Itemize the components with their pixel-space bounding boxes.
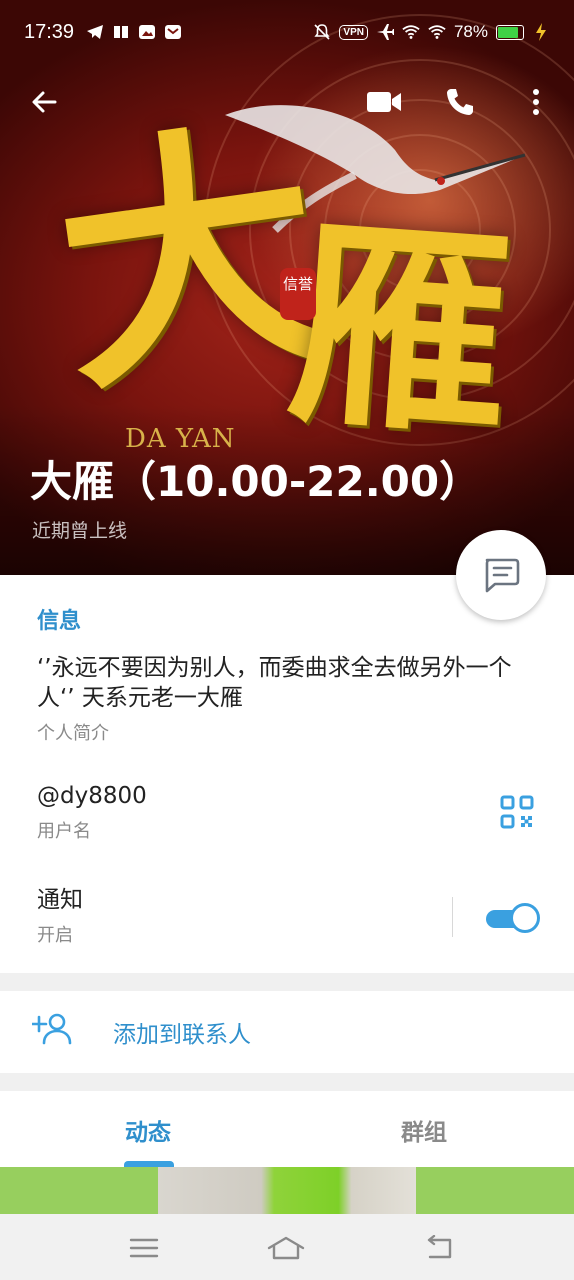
vpn-badge: VPN bbox=[339, 24, 368, 40]
back-arrow-icon bbox=[32, 91, 57, 113]
battery-icon bbox=[496, 24, 524, 40]
username-value: @dy8800 bbox=[37, 783, 147, 809]
battery-percent: 78% bbox=[453, 22, 488, 41]
send-message-button[interactable] bbox=[456, 530, 546, 620]
bio-text: ‘’永远不要因为别人，而委曲求全去做另外一个人‘’ 天系元老一大雁 bbox=[37, 655, 512, 711]
status-time: 17:39 bbox=[24, 20, 75, 43]
charging-icon bbox=[532, 23, 550, 41]
home-icon bbox=[267, 1236, 305, 1260]
video-camera-icon bbox=[367, 92, 401, 112]
return-icon bbox=[427, 1235, 452, 1259]
add-contact-row[interactable]: 添加到联系人 bbox=[0, 991, 574, 1073]
wifi-icon bbox=[428, 23, 446, 41]
info-section: 信息 ‘’永远不要因为别人，而委曲求全去做另外一个人‘’ 天系元老一大雁 个人简… bbox=[0, 575, 574, 973]
notifications-toggle[interactable] bbox=[486, 903, 540, 933]
artwork-seal: 信誉 bbox=[280, 268, 316, 320]
media-preview[interactable] bbox=[0, 1167, 574, 1214]
tab-groups[interactable]: 群组 bbox=[401, 1113, 447, 1147]
tab-posts[interactable]: 动态 bbox=[125, 1113, 171, 1147]
notifications-label: 通知 bbox=[37, 887, 83, 913]
home-button[interactable] bbox=[266, 1228, 306, 1268]
book-notification-icon bbox=[112, 23, 130, 41]
image-notification-icon bbox=[138, 23, 156, 41]
profile-tabs: 动态 群组 bbox=[0, 1091, 574, 1169]
wifi-call-icon bbox=[402, 23, 420, 41]
menu-icon bbox=[129, 1238, 159, 1258]
more-options-button[interactable] bbox=[512, 78, 560, 126]
profile-toolbar bbox=[0, 70, 574, 134]
bio-row[interactable]: ‘’永远不要因为别人，而委曲求全去做另外一个人‘’ 天系元老一大雁 个人简介 bbox=[37, 653, 537, 745]
bio-label: 个人简介 bbox=[37, 723, 109, 744]
username-row[interactable]: @dy8800 用户名 bbox=[37, 781, 537, 843]
message-icon bbox=[485, 558, 520, 593]
add-person-icon bbox=[32, 1013, 72, 1045]
username-label: 用户名 bbox=[37, 821, 91, 842]
system-navigation-bar bbox=[0, 1214, 574, 1280]
video-call-button[interactable] bbox=[360, 78, 408, 126]
qr-code-icon[interactable] bbox=[500, 795, 534, 829]
more-vertical-icon bbox=[533, 89, 539, 115]
info-section-title: 信息 bbox=[37, 609, 82, 634]
telegram-notification-icon bbox=[86, 23, 104, 41]
back-button[interactable] bbox=[20, 78, 68, 126]
notifications-row[interactable]: 通知 开启 bbox=[37, 885, 537, 947]
add-contact-label: 添加到联系人 bbox=[113, 1022, 251, 1048]
phone-icon bbox=[447, 89, 473, 115]
profile-name: 大雁（10.00-22.00） bbox=[30, 457, 482, 506]
mail-notification-icon bbox=[164, 23, 182, 41]
system-back-button[interactable] bbox=[418, 1228, 458, 1268]
mute-icon bbox=[313, 23, 331, 41]
notifications-state: 开启 bbox=[37, 925, 73, 946]
media-thumbnail[interactable] bbox=[158, 1167, 416, 1214]
airplane-icon bbox=[376, 23, 394, 41]
profile-last-seen: 近期曾上线 bbox=[32, 520, 128, 542]
artwork-glyph-yan: 雁 bbox=[281, 192, 519, 467]
recent-apps-button[interactable] bbox=[124, 1228, 164, 1268]
status-bar: 17:39 VPN 78% bbox=[0, 0, 574, 64]
row-divider bbox=[452, 897, 453, 937]
voice-call-button[interactable] bbox=[436, 78, 484, 126]
